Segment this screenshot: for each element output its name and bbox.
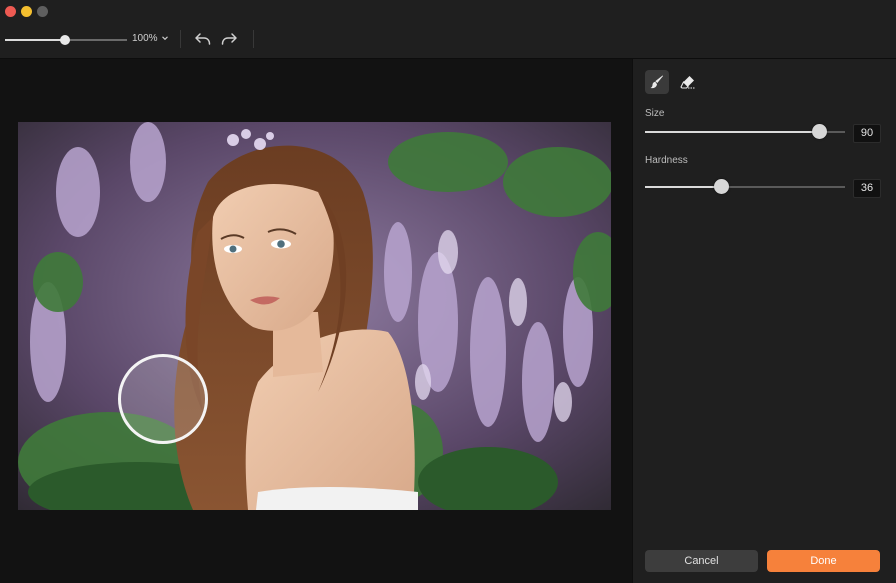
size-label: Size: [645, 108, 665, 119]
zoom-slider-thumb[interactable]: [59, 35, 70, 45]
brush-tool-button[interactable]: [645, 70, 669, 94]
redo-icon[interactable]: [219, 30, 239, 48]
zoom-level-label[interactable]: 100%: [132, 33, 158, 44]
hardness-slider[interactable]: [645, 179, 845, 194]
eraser-tool-button[interactable]: [676, 70, 700, 94]
toolbar-divider: [180, 30, 181, 48]
brush-icon: [650, 75, 664, 89]
size-slider[interactable]: [645, 124, 845, 139]
toolbar-divider: [253, 30, 254, 48]
zoom-slider[interactable]: [5, 35, 127, 45]
portrait-photo: [18, 122, 611, 510]
maximize-window-button[interactable]: [37, 6, 48, 17]
undo-icon[interactable]: [193, 30, 213, 48]
minimize-window-button[interactable]: [21, 6, 32, 17]
hardness-slider-fill: [645, 186, 721, 188]
hardness-label: Hardness: [645, 155, 688, 166]
brush-settings-panel: Size 90 Hardness 36 Cancel Done: [632, 59, 896, 583]
done-button[interactable]: Done: [767, 550, 880, 572]
eraser-icon: [680, 76, 695, 89]
canvas-area[interactable]: [0, 59, 632, 583]
photo-canvas[interactable]: [18, 122, 611, 510]
toolbar: 100%: [0, 0, 896, 59]
hardness-slider-thumb[interactable]: [714, 179, 729, 194]
size-value-input[interactable]: 90: [853, 124, 881, 143]
brush-cursor: [118, 354, 208, 444]
size-slider-fill: [645, 131, 819, 133]
chevron-down-icon[interactable]: [161, 34, 169, 42]
hardness-value-input[interactable]: 36: [853, 179, 881, 198]
close-window-button[interactable]: [5, 6, 16, 17]
zoom-slider-fill: [5, 39, 65, 41]
size-slider-thumb[interactable]: [812, 124, 827, 139]
cancel-button[interactable]: Cancel: [645, 550, 758, 572]
